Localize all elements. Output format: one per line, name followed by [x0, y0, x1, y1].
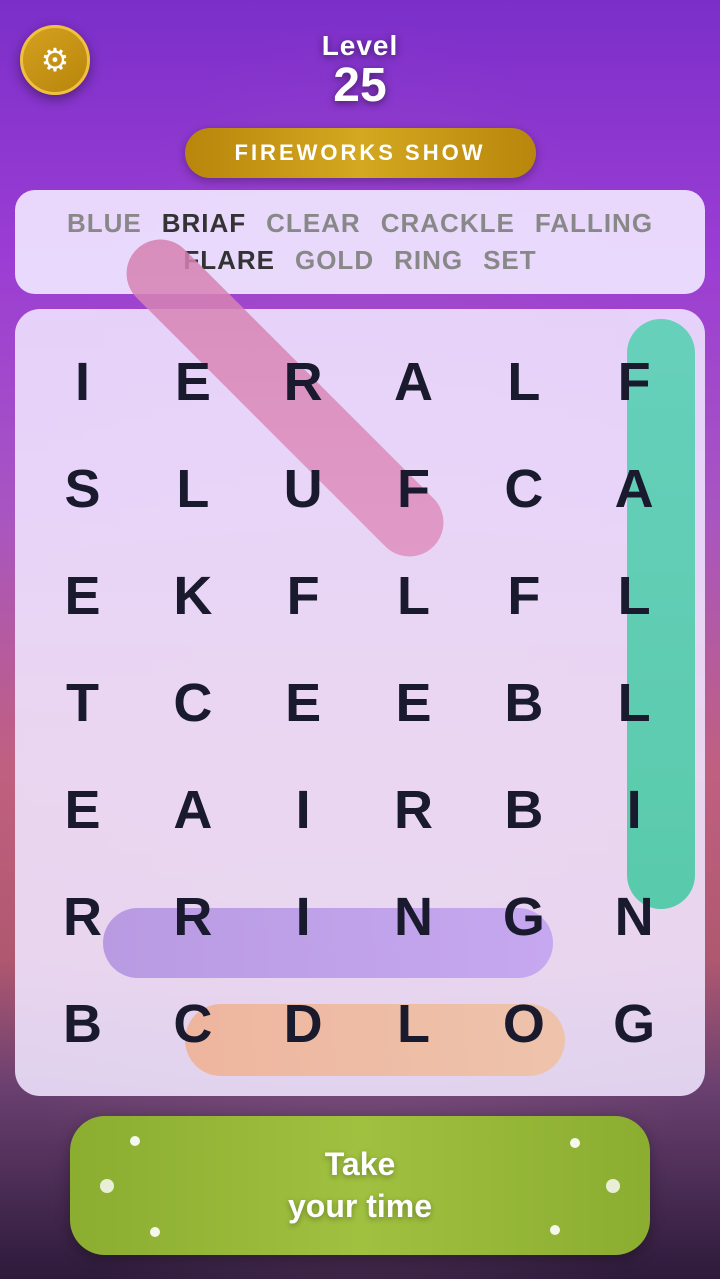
grid-cell[interactable]: U	[251, 436, 356, 541]
word-item: CLEAR	[266, 208, 361, 239]
grid-cell[interactable]: L	[140, 436, 245, 541]
grid-cell[interactable]: L	[361, 971, 466, 1076]
grid-panel: IERALFSLUFCAEKFLFLTCEEBLEAIRBIRRINGNBCDL…	[15, 309, 705, 1096]
level-display: Level 25	[322, 30, 399, 110]
grid-cell[interactable]: E	[140, 329, 245, 434]
grid-cell[interactable]: R	[361, 757, 466, 862]
grid-cell[interactable]: A	[582, 436, 687, 541]
grid-cell[interactable]: E	[30, 757, 135, 862]
grid-cell[interactable]: N	[361, 864, 466, 969]
grid-cell[interactable]: S	[30, 436, 135, 541]
sparkle-4	[550, 1225, 560, 1235]
word-item: SET	[483, 245, 537, 276]
grid-cell[interactable]: F	[582, 329, 687, 434]
grid-cell[interactable]: I	[582, 757, 687, 862]
sparkle-3	[570, 1138, 580, 1148]
main-content: ⚙ Level 25 FIREWORKS SHOW BLUEBRIAFCLEAR…	[0, 0, 720, 1279]
grid-cell[interactable]: G	[582, 971, 687, 1076]
theme-banner: FIREWORKS SHOW	[185, 128, 536, 178]
grid-cell[interactable]: L	[582, 650, 687, 755]
word-item: CRACKLE	[381, 208, 515, 239]
grid-cell[interactable]: E	[251, 650, 356, 755]
sparkle-2	[150, 1227, 160, 1237]
grid-cell[interactable]: I	[251, 757, 356, 862]
gear-icon: ⚙	[41, 41, 70, 79]
header: ⚙ Level 25	[0, 0, 720, 120]
grid-cell[interactable]: K	[140, 543, 245, 648]
grid-cell[interactable]: L	[361, 543, 466, 648]
theme-text: FIREWORKS SHOW	[235, 140, 486, 165]
word-item: BRIAF	[162, 208, 246, 239]
grid-cell[interactable]: B	[471, 757, 576, 862]
grid-cell[interactable]: G	[471, 864, 576, 969]
grid-cell[interactable]: L	[471, 329, 576, 434]
level-number: 25	[322, 62, 399, 110]
grid-cell[interactable]: B	[471, 650, 576, 755]
hint-bar: Take your time	[70, 1116, 650, 1255]
word-panel: BLUEBRIAFCLEARCRACKLEFALLINGFLAREGOLDRIN…	[15, 190, 705, 294]
grid-cell[interactable]: I	[30, 329, 135, 434]
grid-cell[interactable]: A	[361, 329, 466, 434]
grid-cell[interactable]: R	[30, 864, 135, 969]
level-label: Level	[322, 30, 399, 62]
sparkle-1	[130, 1136, 140, 1146]
grid-cell[interactable]: C	[471, 436, 576, 541]
word-item: BLUE	[67, 208, 142, 239]
word-item: RING	[394, 245, 463, 276]
word-item: FALLING	[535, 208, 653, 239]
word-item: GOLD	[295, 245, 374, 276]
grid-cell[interactable]: F	[361, 436, 466, 541]
grid-cell[interactable]: E	[30, 543, 135, 648]
grid-cell[interactable]: C	[140, 971, 245, 1076]
grid-cell[interactable]: E	[361, 650, 466, 755]
grid-cell[interactable]: A	[140, 757, 245, 862]
grid-cell[interactable]: I	[251, 864, 356, 969]
grid-cell[interactable]: F	[471, 543, 576, 648]
grid-cell[interactable]: B	[30, 971, 135, 1076]
grid-cell[interactable]: N	[582, 864, 687, 969]
grid-cell[interactable]: T	[30, 650, 135, 755]
grid-cell[interactable]: O	[471, 971, 576, 1076]
settings-button[interactable]: ⚙	[20, 25, 90, 95]
hint-text: Take your time	[110, 1144, 610, 1227]
grid-cell[interactable]: R	[140, 864, 245, 969]
grid-cell[interactable]: F	[251, 543, 356, 648]
grid-cell[interactable]: R	[251, 329, 356, 434]
grid-cell[interactable]: L	[582, 543, 687, 648]
grid-cell[interactable]: C	[140, 650, 245, 755]
grid-cell[interactable]: D	[251, 971, 356, 1076]
